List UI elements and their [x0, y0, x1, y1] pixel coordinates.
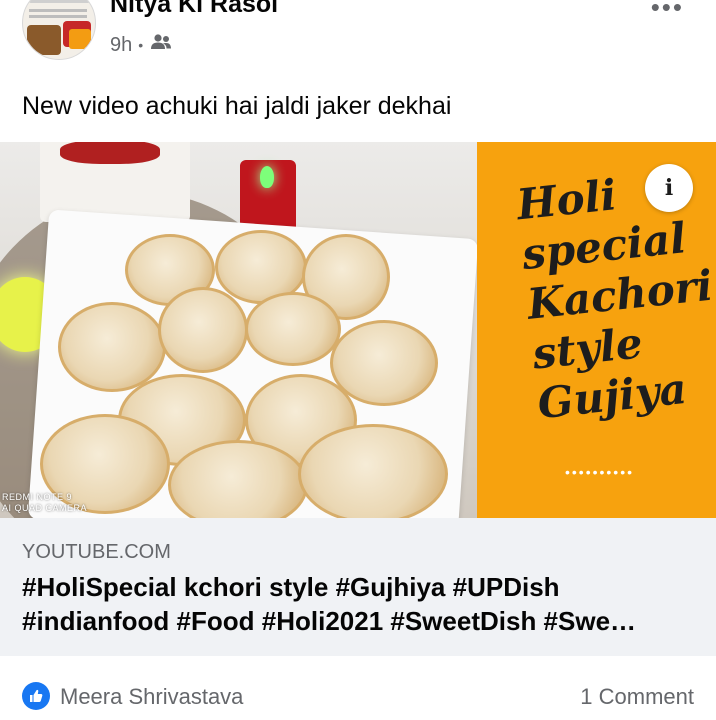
post-header: Nitya Ki Rasoi 9h • •••: [0, 0, 716, 72]
gujiya: [58, 302, 166, 392]
post-text: New video achuki hai jaldi jaker dekhai: [22, 92, 452, 120]
info-icon[interactable]: i: [645, 164, 693, 212]
avatar-orange-block: [69, 29, 91, 49]
more-horizontal-icon[interactable]: •••: [651, 0, 684, 23]
avatar-food-image: [27, 25, 61, 55]
friends-icon[interactable]: [149, 33, 173, 57]
gujiya: [158, 287, 248, 373]
meta-separator: •: [138, 37, 144, 53]
link-title-line: #HoliSpecial kchori style #Gujhiya #UPDi…: [22, 572, 560, 602]
post-time[interactable]: 9h: [110, 34, 132, 57]
avatar-thumbnail-line: [29, 15, 87, 18]
avatar-thumbnail-line: [29, 9, 87, 12]
post-footer: Meera Shrivastava 1 Comment: [0, 656, 716, 720]
avatar-thumbnail-bar: [29, 0, 91, 3]
gujiya: [245, 292, 341, 366]
reactor-name[interactable]: Meera Shrivastava: [60, 684, 243, 710]
page-avatar[interactable]: [22, 0, 96, 60]
like-thumb-icon[interactable]: [22, 682, 50, 710]
page-name-link[interactable]: Nitya Ki Rasoi: [110, 0, 278, 19]
camera-watermark-line: REDMI NOTE 9: [2, 492, 73, 502]
post-meta: 9h •: [110, 33, 173, 57]
camera-watermark: REDMI NOTE 9 AI QUAD CAMERA: [2, 492, 87, 514]
camera-watermark-line: AI QUAD CAMERA: [2, 503, 88, 513]
link-preview-image[interactable]: REDMI NOTE 9 AI QUAD CAMERA Holi special…: [0, 142, 716, 518]
link-preview[interactable]: YOUTUBE.COM #HoliSpecial kchori style #G…: [0, 518, 716, 656]
link-title: #HoliSpecial kchori style #Gujhiya #UPDi…: [22, 570, 702, 638]
gujiya: [298, 424, 448, 518]
comment-count[interactable]: 1 Comment: [580, 684, 694, 710]
promo-panel: Holi special Kachori style Gujiya ••••••…: [477, 142, 716, 518]
gujiya-photo: REDMI NOTE 9 AI QUAD CAMERA: [0, 142, 477, 518]
link-domain: YOUTUBE.COM: [22, 541, 171, 563]
promo-dots: ••••••••••: [565, 464, 635, 480]
link-title-line: #indianfood #Food #Holi2021 #SweetDish #…: [22, 606, 637, 636]
